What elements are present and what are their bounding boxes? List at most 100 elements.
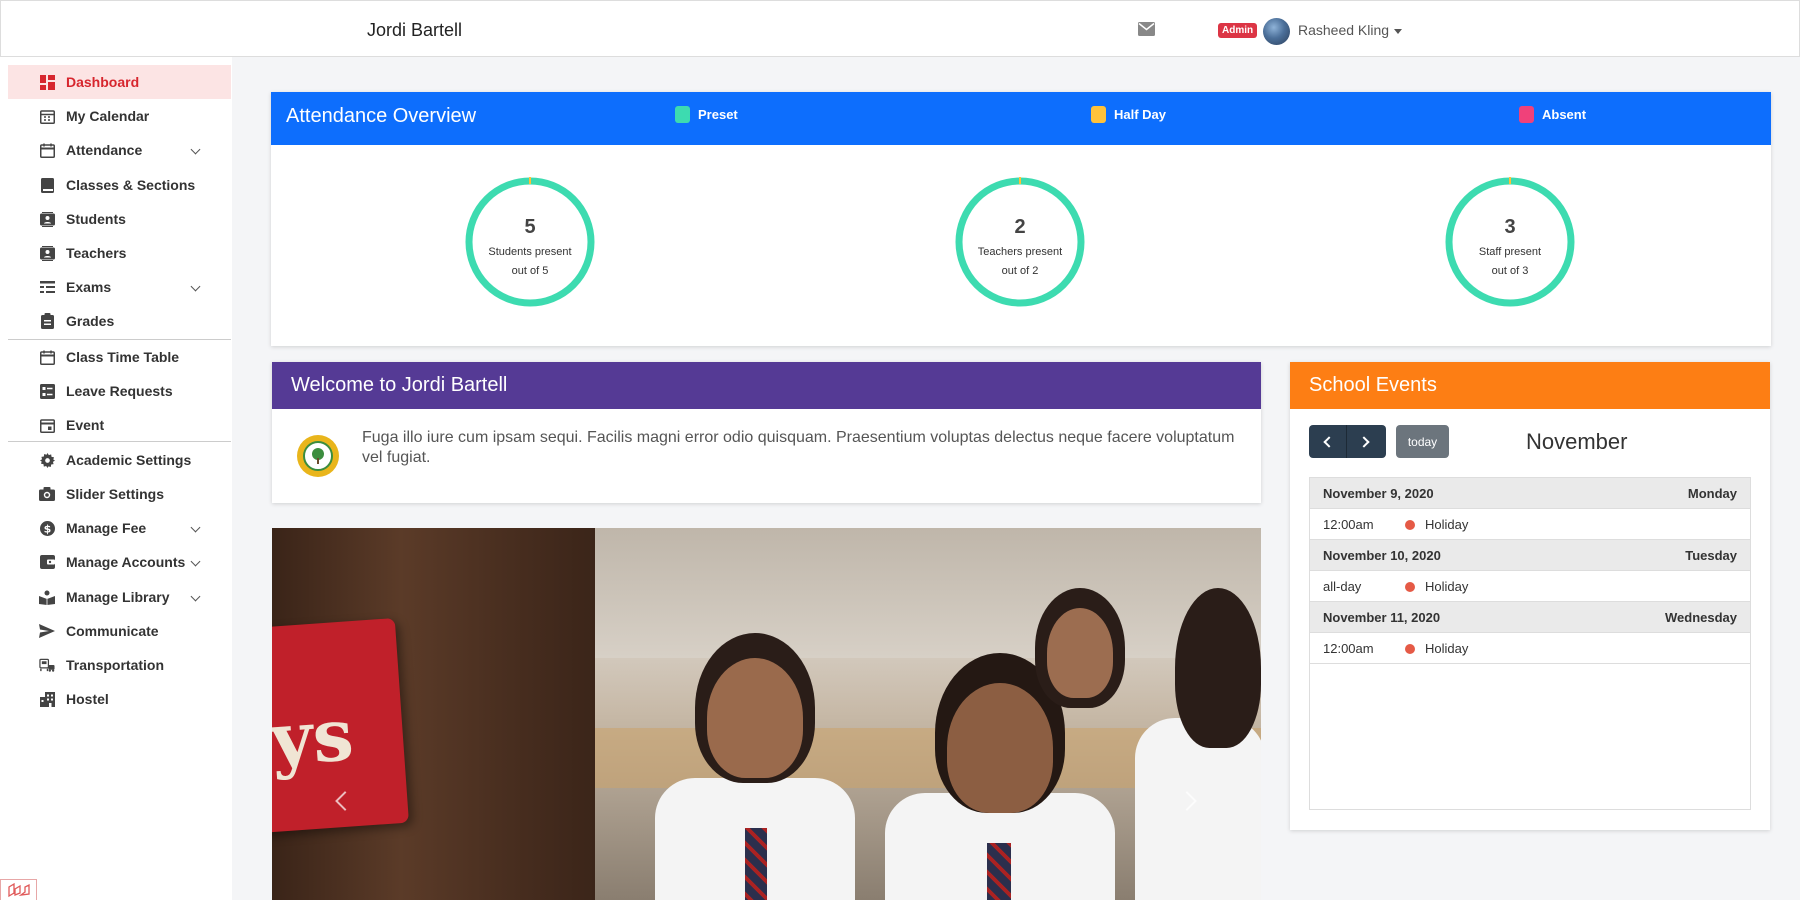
- wallet-icon: [39, 554, 55, 570]
- sidebar-item-label: Transportation: [66, 657, 165, 673]
- svg-text:$: $: [43, 522, 51, 535]
- welcome-message: Fuga illo iure cum ipsam sequi. Facilis …: [362, 429, 1235, 466]
- chevron-left-icon: [1323, 436, 1335, 448]
- image-carousel[interactable]: ys: [272, 528, 1261, 900]
- students-attendance-donut: 5 Students present out of 5: [464, 176, 596, 308]
- user-menu-dropdown[interactable]: Rasheed Kling: [1298, 22, 1403, 38]
- event-row[interactable]: 12:00am Holiday: [1310, 509, 1750, 540]
- sidebar-item-communicate[interactable]: Communicate: [8, 614, 231, 648]
- school-events-card: School Events today November November 9,…: [1290, 362, 1770, 830]
- legend-item-absent: Absent: [1519, 106, 1586, 123]
- today-button[interactable]: today: [1396, 425, 1449, 458]
- event-title: Holiday: [1425, 517, 1469, 532]
- calendar-icon: [39, 108, 55, 124]
- sidebar-item-label: My Calendar: [66, 108, 150, 124]
- photo-student-face: [707, 658, 803, 778]
- sidebar-item-label: Academic Settings: [66, 452, 192, 468]
- event-date: November 11, 2020: [1323, 610, 1441, 625]
- events-list: November 9, 2020 Monday 12:00am Holiday …: [1309, 477, 1751, 810]
- photo-student: [1135, 718, 1261, 900]
- present-count: 5: [524, 216, 536, 238]
- sidebar-item-attendance[interactable]: Attendance: [8, 133, 231, 167]
- sidebar-item-grades[interactable]: Grades: [8, 304, 231, 338]
- sidebar-item-transportation[interactable]: Transportation: [8, 648, 231, 682]
- sidebar-item-label: Communicate: [66, 623, 159, 639]
- camera-icon: [39, 486, 55, 502]
- sidebar: Dashboard My Calendar Attendance Classes…: [0, 57, 232, 900]
- bus-icon: [39, 657, 55, 673]
- chevron-down-icon: [190, 281, 201, 292]
- photo-student-face: [947, 683, 1053, 813]
- sidebar-item-event[interactable]: Event: [8, 408, 231, 442]
- sidebar-item-exams[interactable]: Exams: [8, 270, 231, 304]
- present-count: 2: [1014, 216, 1026, 238]
- calendar-month-title: November: [1526, 429, 1628, 454]
- event-row[interactable]: all-day Holiday: [1310, 571, 1750, 602]
- sidebar-item-classes-sections[interactable]: Classes & Sections: [8, 168, 231, 202]
- event-time: 12:00am: [1323, 517, 1374, 532]
- event-time: all-day: [1323, 579, 1362, 594]
- sidebar-item-label: Students: [66, 211, 126, 227]
- event-dot-icon: [1405, 520, 1415, 530]
- caret-down-icon: [1394, 28, 1403, 34]
- events-header: School Events: [1290, 362, 1770, 409]
- sidebar-item-slider-settings[interactable]: Slider Settings: [8, 477, 231, 511]
- event-day-header: November 10, 2020 Tuesday: [1310, 540, 1750, 571]
- sidebar-item-academic-settings[interactable]: Academic Settings: [8, 443, 231, 477]
- sidebar-item-dashboard[interactable]: Dashboard: [8, 65, 231, 99]
- event-date: November 10, 2020: [1323, 548, 1441, 563]
- calendar-prev-button[interactable]: [1309, 425, 1347, 458]
- calendar-next-button[interactable]: [1347, 425, 1385, 458]
- sidebar-item-leave-requests[interactable]: Leave Requests: [8, 374, 231, 408]
- present-caption: Students present: [488, 246, 572, 258]
- gear-icon: [39, 452, 55, 468]
- chevron-down-icon: [190, 556, 201, 567]
- chevron-right-icon: [1358, 436, 1370, 448]
- legend-swatch: [675, 106, 690, 123]
- app-logo-icon[interactable]: [0, 879, 37, 900]
- welcome-title: Welcome to Jordi Bartell: [291, 374, 508, 396]
- library-icon: [39, 589, 55, 605]
- avatar[interactable]: [1263, 18, 1290, 45]
- user-name: Rasheed Kling: [1298, 22, 1390, 38]
- chevron-down-icon: [190, 144, 201, 155]
- sidebar-item-label: Teachers: [66, 245, 127, 261]
- sidebar-item-label: Slider Settings: [66, 486, 165, 502]
- sign-text: ys: [272, 691, 356, 782]
- dashboard-icon: [39, 74, 55, 90]
- event-title: Holiday: [1425, 579, 1469, 594]
- mail-icon[interactable]: [1138, 22, 1155, 36]
- send-icon: [39, 623, 55, 639]
- event-row[interactable]: 12:00am Holiday: [1310, 633, 1750, 664]
- event-title: Holiday: [1425, 641, 1469, 656]
- present-total: out of 3: [1491, 265, 1529, 277]
- legend-label: Half Day: [1114, 107, 1167, 122]
- event-weekday: Tuesday: [1685, 548, 1737, 563]
- photo-wall: [595, 528, 1261, 658]
- welcome-header: Welcome to Jordi Bartell: [272, 362, 1261, 409]
- sidebar-item-students[interactable]: Students: [8, 202, 231, 236]
- sidebar-item-hostel[interactable]: Hostel: [8, 682, 231, 716]
- carousel-slide-image: ys: [272, 528, 595, 900]
- sidebar-item-my-calendar[interactable]: My Calendar: [8, 99, 231, 133]
- sidebar-divider: [8, 441, 231, 442]
- contact-card-icon: [39, 245, 55, 261]
- sidebar-item-teachers[interactable]: Teachers: [8, 236, 231, 270]
- present-total: out of 5: [511, 265, 549, 277]
- sidebar-item-manage-accounts[interactable]: Manage Accounts: [8, 545, 231, 579]
- calendar-nav-buttons: [1309, 425, 1386, 458]
- legend-swatch: [1519, 106, 1534, 123]
- welcome-card: Welcome to Jordi Bartell Fuga illo iure …: [272, 362, 1261, 503]
- classroom-photo: [595, 528, 1261, 900]
- sidebar-item-manage-library[interactable]: Manage Library: [8, 580, 231, 614]
- sidebar-item-label: Class Time Table: [66, 349, 180, 365]
- sidebar-item-label: Leave Requests: [66, 383, 173, 399]
- sidebar-item-class-time-table[interactable]: Class Time Table: [8, 340, 231, 374]
- checklist-icon: [39, 383, 55, 399]
- chevron-down-icon: [190, 591, 201, 602]
- event-dot-icon: [1405, 582, 1415, 592]
- sidebar-item-manage-fee[interactable]: $ Manage Fee: [8, 511, 231, 545]
- attendance-overview-card: Attendance Overview Preset Half Day Abse…: [271, 92, 1771, 346]
- top-navbar: Jordi Bartell Admin Rasheed Kling: [0, 0, 1800, 57]
- sidebar-item-label: Grades: [66, 313, 115, 329]
